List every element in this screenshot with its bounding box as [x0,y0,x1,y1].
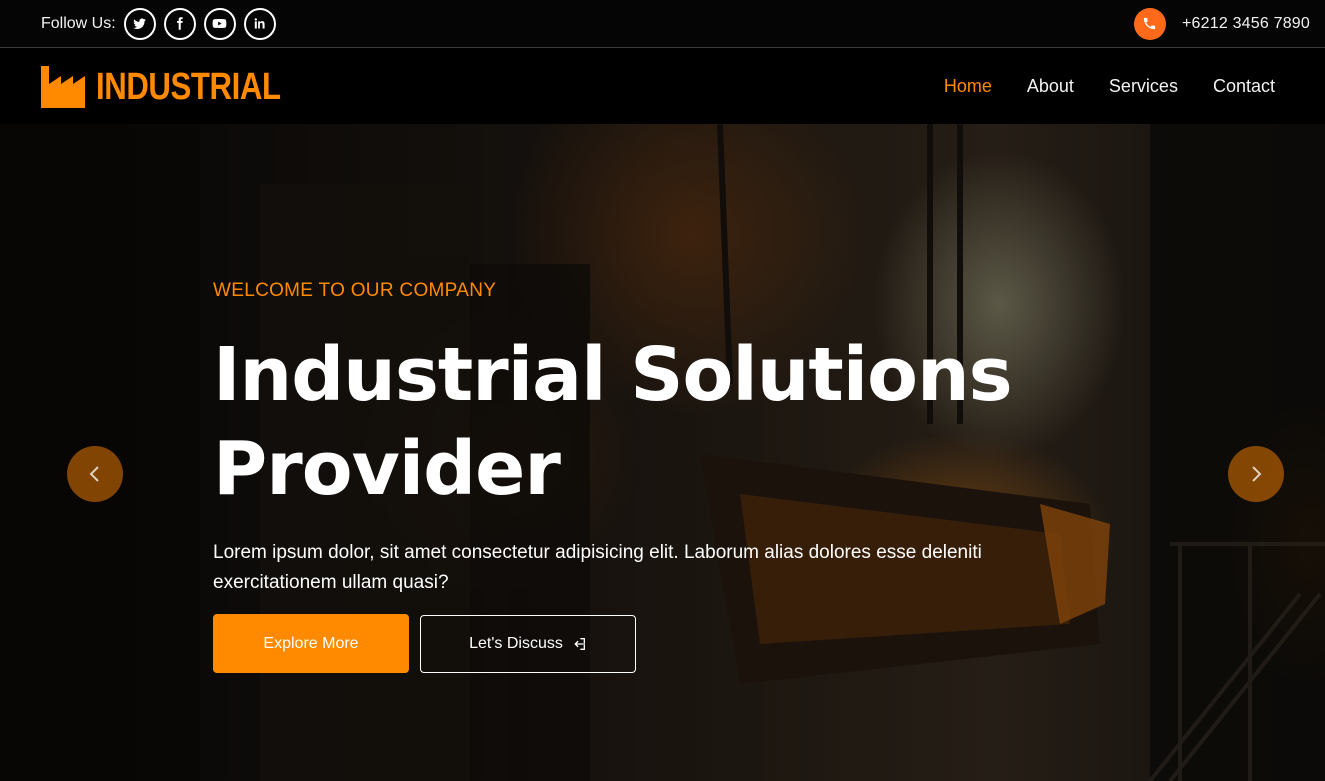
top-bar: Follow Us: +6212 3456 7890 [0,0,1325,48]
main-navbar: INDUSTRIAL Home About Services Contact [0,49,1325,124]
social-links: Follow Us: [41,7,284,40]
nav-item-home[interactable]: Home [944,76,992,97]
hero-headline-line2: Provider [213,426,561,512]
nav-menu: Home About Services Contact [909,76,1275,97]
nav-item-about[interactable]: About [1027,76,1074,97]
lets-discuss-label: Let's Discuss [469,635,563,652]
lets-discuss-button[interactable]: Let's Discuss [420,615,636,673]
nav-item-services[interactable]: Services [1109,76,1178,97]
follow-label: Follow Us: [41,14,116,32]
phone-contact[interactable]: +6212 3456 7890 [1133,7,1310,40]
sign-in-icon [574,638,585,650]
hero-carousel: WELCOME TO OUR COMPANY Industrial Soluti… [0,124,1325,781]
chevron-left-icon [89,466,99,482]
phone-icon [1133,7,1166,40]
hero-content: WELCOME TO OUR COMPANY Industrial Soluti… [213,280,1073,673]
facebook-icon[interactable] [163,7,196,40]
hero-headline: Industrial Solutions Provider [213,328,1073,516]
brand-name: INDUSTRIAL [96,65,281,108]
linkedin-icon[interactable] [243,7,276,40]
twitter-icon[interactable] [123,7,156,40]
nav-item-contact[interactable]: Contact [1213,76,1275,97]
hero-actions: Explore More Let's Discuss [213,614,1073,673]
hero-lead: Lorem ipsum dolor, sit amet consectetur … [213,542,982,593]
explore-more-button[interactable]: Explore More [213,614,409,673]
phone-number: +6212 3456 7890 [1181,14,1310,32]
carousel-next-button[interactable] [1228,446,1284,502]
youtube-icon[interactable] [203,7,236,40]
brand-logo[interactable]: INDUSTRIAL [41,65,321,108]
carousel-prev-button[interactable] [67,446,123,502]
explore-more-label: Explore More [263,634,359,652]
factory-icon [41,65,89,108]
chevron-right-icon [1252,466,1262,482]
hero-eyebrow: WELCOME TO OUR COMPANY [213,280,497,301]
hero-headline-line1: Industrial Solutions [213,332,1013,418]
